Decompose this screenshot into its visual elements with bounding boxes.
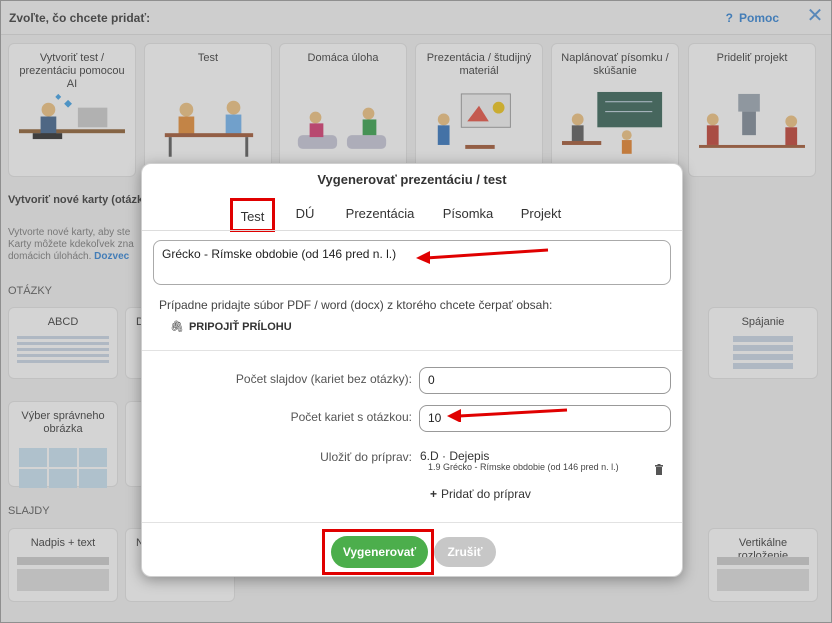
topic-input[interactable]: Grécko - Rímske obdobie (od 146 pred n. … <box>153 240 671 285</box>
add-to-prep-label: Pridať do príprav <box>441 487 531 501</box>
annotation-arrow <box>447 408 568 422</box>
attach-label: PRIPOJIŤ PRÍLOHU <box>188 321 292 333</box>
save-to-prep-value: 6.D · Dejepis <box>420 449 490 463</box>
footer-divider <box>142 522 682 523</box>
generate-button[interactable]: Vygenerovať <box>331 536 428 568</box>
tab-presentation[interactable]: Prezentácia <box>342 198 418 232</box>
pdf-note: Prípadne pridajte súbor PDF / word (docx… <box>159 298 553 312</box>
tab-homework[interactable]: DÚ <box>290 198 320 232</box>
divider <box>142 350 682 351</box>
add-to-prep-button[interactable]: + Pridať do príprav <box>430 487 531 501</box>
question-cards-label: Počet kariet s otázkou: <box>290 410 412 424</box>
tabs-divider <box>142 230 682 231</box>
slides-count-label: Počet slajdov (kariet bez otázky): <box>235 372 412 386</box>
generate-modal: Vygenerovať prezentáciu / test Test DÚ P… <box>141 163 683 577</box>
modal-title: Vygenerovať prezentáciu / test <box>317 172 507 187</box>
trash-icon[interactable] <box>654 464 664 475</box>
slides-count-input[interactable]: 0 <box>419 367 671 394</box>
save-to-prep-lesson: 1.9 Grécko - Rímske obdobie (od 146 pred… <box>428 462 619 472</box>
annotation-arrow <box>416 248 549 264</box>
tab-project[interactable]: Projekt <box>515 198 567 232</box>
plus-icon: + <box>430 487 438 501</box>
tab-exam[interactable]: Písomka <box>438 198 498 232</box>
tab-test[interactable]: Test <box>230 198 275 232</box>
cancel-button[interactable]: Zrušiť <box>434 537 496 567</box>
attach-file-button[interactable]: 🖇 PRIPOJIŤ PRÍLOHU <box>170 320 292 333</box>
paperclip-icon: 🖇 <box>170 321 184 333</box>
save-to-prep-label: Uložiť do príprav: <box>320 450 412 464</box>
